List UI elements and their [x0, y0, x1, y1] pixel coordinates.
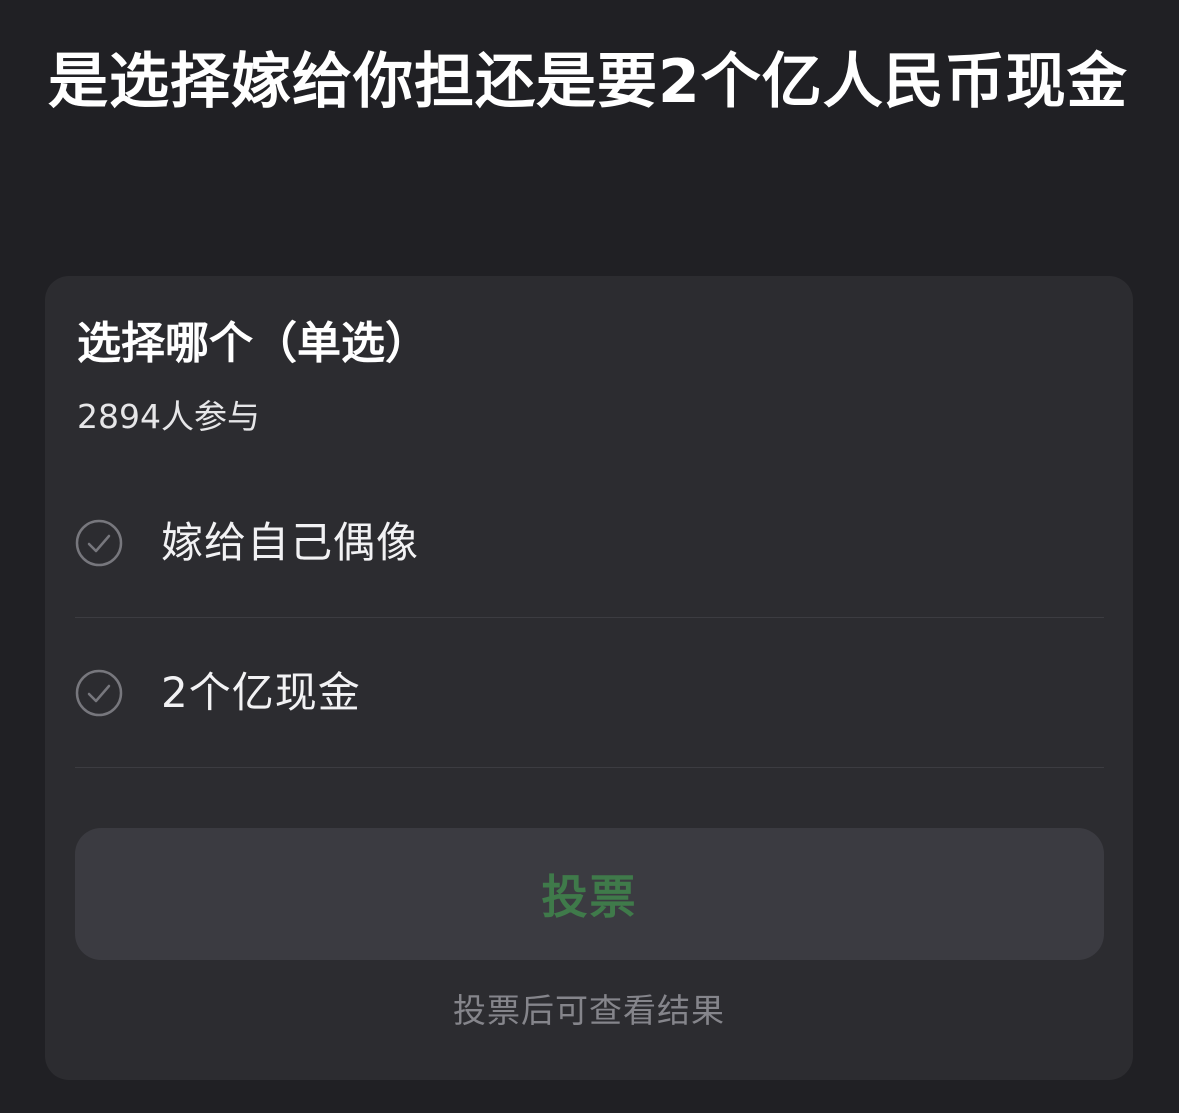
poll-option-label: 2个亿现金 [161, 667, 361, 717]
check-circle-icon [75, 669, 123, 716]
poll-option-cash[interactable]: 2个亿现金 [75, 618, 1104, 768]
poll-option-idol[interactable]: 嫁给自己偶像 [75, 468, 1104, 618]
participant-count: 2894人参与 [77, 397, 260, 436]
poll-option-label: 嫁给自己偶像 [161, 517, 420, 567]
vote-button[interactable]: 投票 [75, 828, 1104, 960]
result-hint: 投票后可查看结果 [453, 991, 725, 1030]
poll-card: 选择哪个（单选） 2894人参与 嫁给自己偶像 2个亿现金 投票 投票后可查看结… [45, 276, 1133, 1080]
post-title: 是选择嫁给你担还是要2个亿人民币现金 [48, 47, 1128, 117]
poll-option-list: 嫁给自己偶像 2个亿现金 [75, 468, 1104, 768]
check-circle-icon [75, 519, 123, 566]
poll-heading: 选择哪个（单选） [77, 318, 429, 369]
